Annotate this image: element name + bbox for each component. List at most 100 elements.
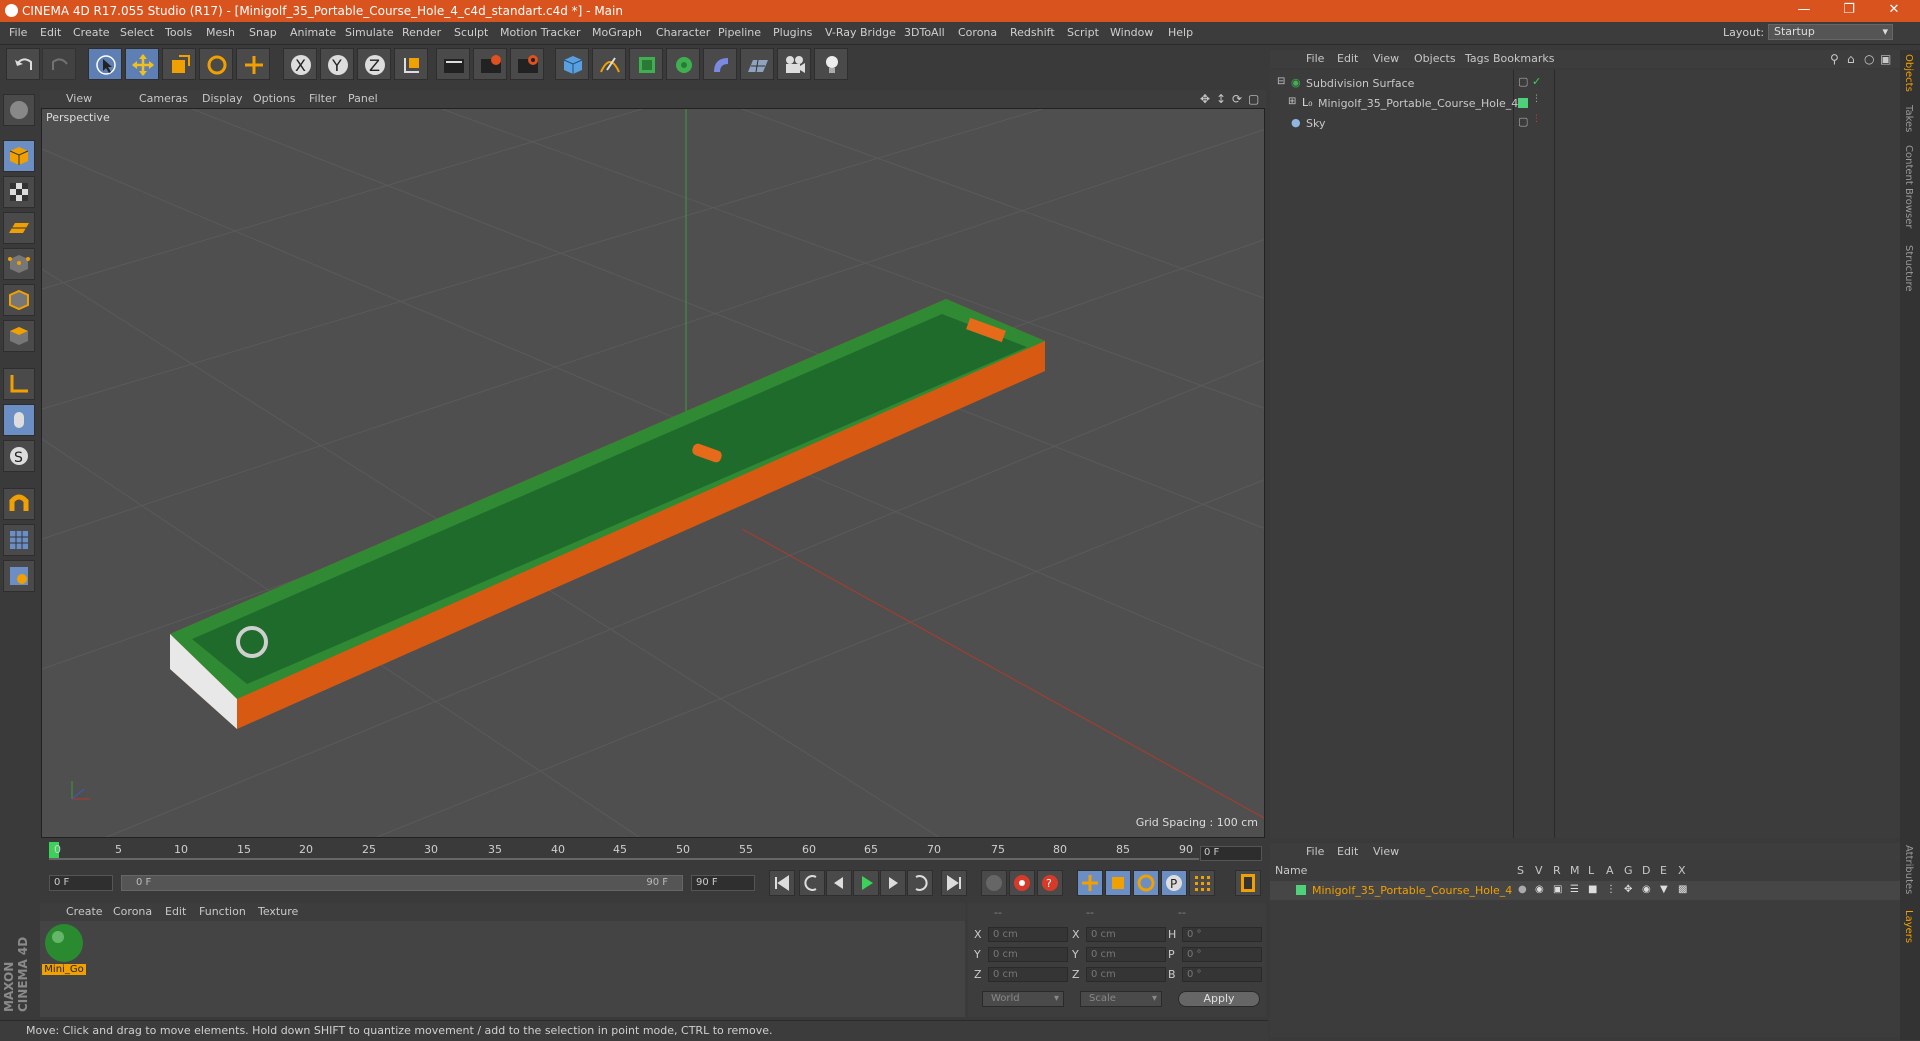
size-mode-select[interactable]: Scale ▾ <box>1080 991 1162 1007</box>
enabled-check-icon[interactable]: ✓ <box>1532 75 1541 88</box>
live-selection-button[interactable] <box>88 48 122 80</box>
play-icon[interactable] <box>853 870 879 896</box>
layer-visible-icon[interactable]: ◉ <box>1535 884 1544 895</box>
edges-mode-button[interactable] <box>3 284 35 316</box>
x-axis-button[interactable]: X <box>283 48 317 80</box>
size-y-field[interactable]: 0 cm <box>1086 947 1166 962</box>
viewport-perspective[interactable]: Perspective Grid Spacing : 100 cm <box>41 108 1265 838</box>
make-editable-button[interactable] <box>3 94 35 126</box>
viewport-menu-filter[interactable]: Filter <box>309 92 336 105</box>
home-icon[interactable]: ⌂ <box>1847 52 1855 66</box>
object-menu-view[interactable]: View <box>1373 52 1399 65</box>
search-icon[interactable]: ⚲ <box>1830 52 1839 66</box>
tab-content-browser[interactable]: Content Browser <box>1903 145 1914 228</box>
layer-tag-icon[interactable]: ▢ <box>1518 75 1528 88</box>
key-parameter-icon[interactable]: P <box>1161 870 1187 896</box>
close-icon[interactable]: ✕ <box>1874 2 1914 17</box>
material-menu-create[interactable]: Create <box>66 905 103 918</box>
go-to-end-icon[interactable] <box>941 870 967 896</box>
rotation-p-field[interactable]: 0 ° <box>1182 947 1262 962</box>
menu-file[interactable]: File <box>9 26 27 39</box>
snapping-button[interactable]: S <box>3 440 35 472</box>
material-menu-corona[interactable]: Corona <box>113 905 152 918</box>
menu-corona[interactable]: Corona <box>958 26 997 39</box>
coordinate-system-button[interactable] <box>394 48 428 80</box>
go-to-start-icon[interactable] <box>769 870 795 896</box>
menu-plugins[interactable]: Plugins <box>773 26 812 39</box>
layer-xref-icon[interactable]: ▩ <box>1678 884 1687 895</box>
material-label[interactable]: Mini_Go <box>42 964 86 975</box>
deformer-button[interactable] <box>703 48 737 80</box>
timeline-ruler[interactable]: 0 5 10 15 20 25 30 35 40 45 50 55 60 65 … <box>41 840 1265 862</box>
end-frame-field[interactable]: 90 F <box>691 875 755 891</box>
position-x-field[interactable]: 0 cm <box>988 927 1068 942</box>
frame-range-slider[interactable]: 0 F 90 F <box>121 875 683 891</box>
key-scale-icon[interactable] <box>1105 870 1131 896</box>
tab-attributes[interactable]: Attributes <box>1903 845 1914 894</box>
layer-animation-icon[interactable]: ⋮ <box>1606 884 1616 895</box>
menu-help[interactable]: Help <box>1168 26 1193 39</box>
viewport-menu-options[interactable]: Options <box>253 92 295 105</box>
model-mode-button[interactable] <box>3 140 35 172</box>
previous-key-icon[interactable] <box>799 870 825 896</box>
menu-snap[interactable]: Snap <box>249 26 277 39</box>
viewport-rotate-icon[interactable]: ⟳ <box>1232 92 1242 106</box>
menu-select[interactable]: Select <box>120 26 154 39</box>
visibility-dots-icon[interactable]: ⋮ <box>1532 94 1541 104</box>
object-menu-edit[interactable]: Edit <box>1337 52 1358 65</box>
light-button[interactable] <box>814 48 848 80</box>
object-menu-objects[interactable]: Objects <box>1414 52 1456 65</box>
menu-create[interactable]: Create <box>73 26 110 39</box>
tab-structure[interactable]: Structure <box>1903 245 1914 292</box>
magnet-button[interactable] <box>3 488 35 520</box>
layer-expressions-icon[interactable]: ▼ <box>1660 884 1668 895</box>
layer-menu-view[interactable]: View <box>1373 845 1399 858</box>
object-menu-file[interactable]: File <box>1306 52 1324 65</box>
render-view-button[interactable] <box>436 48 470 80</box>
layout-select[interactable]: Startup ▾ <box>1768 24 1893 40</box>
workplane-mode-button[interactable] <box>3 212 35 244</box>
menu-motion-tracker[interactable]: Motion Tracker <box>500 26 580 39</box>
cube-button[interactable] <box>555 48 589 80</box>
redo-button[interactable] <box>42 48 76 80</box>
position-y-field[interactable]: 0 cm <box>988 947 1068 962</box>
material-swatch[interactable] <box>43 923 85 963</box>
viewport-zoom-icon[interactable]: ↕ <box>1216 92 1226 106</box>
viewport-menu-cameras[interactable]: Cameras <box>139 92 188 105</box>
current-frame-field[interactable]: 0 F <box>1200 846 1262 861</box>
layer-name[interactable]: Minigolf_35_Portable_Course_Hole_4 <box>1312 884 1512 897</box>
layer-tag-icon[interactable]: ▢ <box>1518 115 1528 128</box>
menu-redshift[interactable]: Redshift <box>1010 26 1055 39</box>
layer-color-swatch[interactable] <box>1296 885 1306 895</box>
menu-script[interactable]: Script <box>1067 26 1099 39</box>
material-menu-function[interactable]: Function <box>199 905 246 918</box>
object-row-subdivision[interactable]: ⊟ ◉ Subdivision Surface ▢ ✓ <box>1270 74 1900 93</box>
tab-takes[interactable]: Takes <box>1903 105 1914 132</box>
material-menu-edit[interactable]: Edit <box>165 905 186 918</box>
object-menu-bookmarks[interactable]: Bookmarks <box>1493 52 1554 65</box>
tab-layers[interactable]: Layers <box>1903 910 1914 943</box>
menu-mograph[interactable]: MoGraph <box>592 26 642 39</box>
start-frame-field[interactable]: 0 F <box>49 875 113 891</box>
layer-deformers-icon[interactable]: ◉ <box>1642 884 1651 895</box>
visibility-dots-icon[interactable]: ⋮ <box>1532 114 1541 124</box>
next-key-icon[interactable] <box>907 870 933 896</box>
key-rotation-icon[interactable] <box>1133 870 1159 896</box>
undo-button[interactable] <box>6 48 40 80</box>
locked-workplane-button[interactable] <box>3 524 35 556</box>
floor-button[interactable] <box>740 48 774 80</box>
key-position-icon[interactable] <box>1077 870 1103 896</box>
menu-3dtoall[interactable]: 3DToAll <box>904 26 945 39</box>
layer-render-icon[interactable]: ▣ <box>1553 884 1562 895</box>
menu-mesh[interactable]: Mesh <box>206 26 235 39</box>
transform-button[interactable] <box>236 48 270 80</box>
tweak-mode-button[interactable] <box>3 404 35 436</box>
y-axis-button[interactable]: Y <box>320 48 354 80</box>
menu-simulate[interactable]: Simulate <box>345 26 394 39</box>
z-axis-button[interactable]: Z <box>357 48 391 80</box>
viewport-menu-view[interactable]: View <box>66 92 92 105</box>
object-menu-tags[interactable]: Tags <box>1465 52 1489 65</box>
next-frame-icon[interactable] <box>880 870 906 896</box>
minimize-icon[interactable]: — <box>1784 2 1824 17</box>
render-picture-viewer-button[interactable] <box>473 48 507 80</box>
